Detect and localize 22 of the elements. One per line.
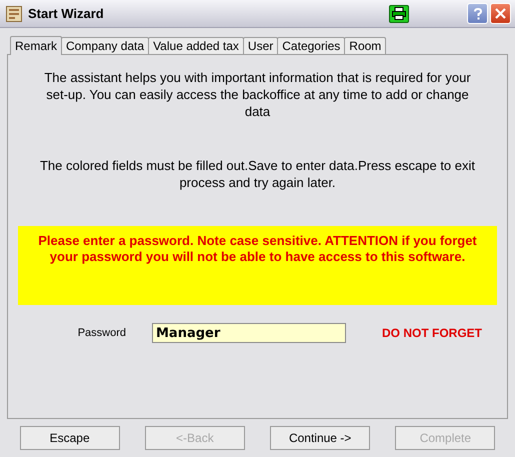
close-icon	[495, 8, 506, 19]
warning-text: Please enter a password. Note case sensitive. ATTENTION if you forget your password you will not be able to have access to this software.	[37, 233, 478, 265]
instructions-text: The colored fields must be filled out.Save to enter data.Press escape to exit process and try again later.	[38, 157, 476, 191]
tab[interactable]: Company data	[61, 37, 150, 54]
printer-icon	[392, 7, 406, 20]
tab[interactable]: User	[242, 37, 278, 54]
tab[interactable]: Value added tax	[148, 37, 244, 54]
tab[interactable]: Room	[344, 37, 386, 54]
app-icon	[6, 6, 22, 22]
printer-button[interactable]	[389, 4, 409, 22]
tab[interactable]: Categories	[277, 37, 346, 54]
help-button[interactable]	[467, 3, 488, 24]
window-title: Start Wizard	[28, 6, 105, 21]
password-label: Password	[76, 327, 126, 339]
help-icon	[472, 8, 482, 20]
intro-text: The assistant helps you with important information that is required for your set-up. You can easily access the backoffice at any time to add or change data	[43, 69, 472, 120]
wizard-button[interactable]: Escape	[20, 426, 120, 450]
wizard-button[interactable]: Continue ->	[270, 426, 370, 450]
close-button[interactable]	[490, 3, 511, 24]
password-field[interactable]: Manager	[152, 323, 346, 343]
password-note: DO NOT FORGET	[382, 326, 482, 340]
tab[interactable]: Remark	[10, 36, 62, 55]
